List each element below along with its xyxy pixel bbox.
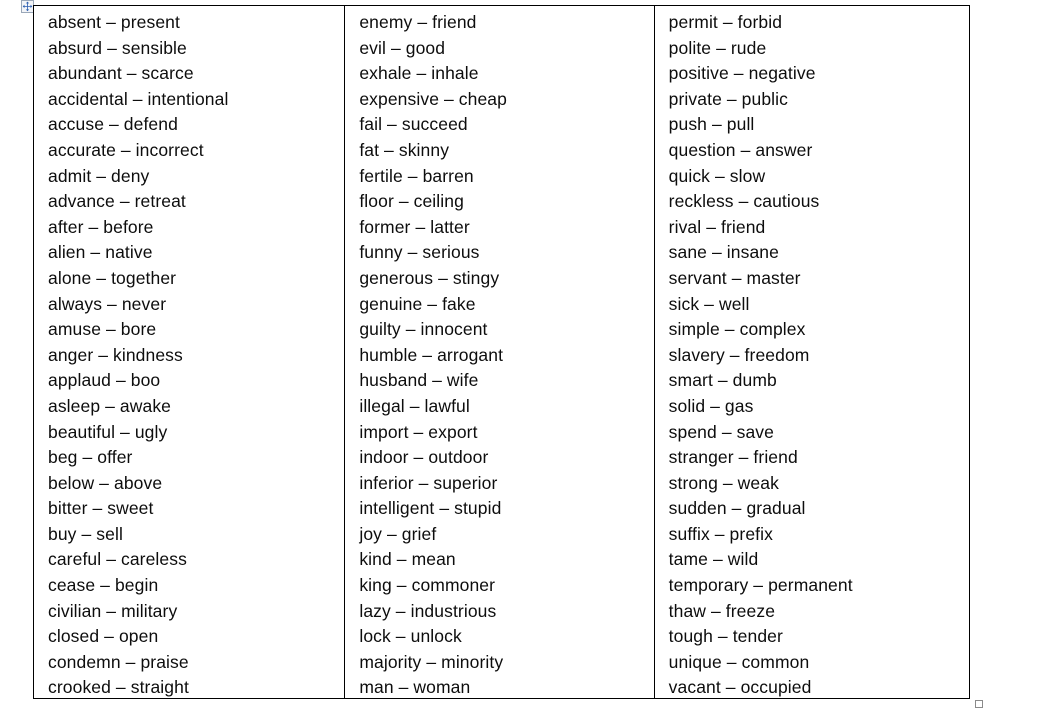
move-cross-arrows-icon [22,1,33,12]
word-pair-row: sane – insane [668,242,779,263]
word-pair-row: amuse – bore [48,319,157,340]
word-pair-row: servant – master [668,267,801,288]
word-pair-row: absent – present [48,12,180,32]
word-pair-row: inferior – superior [359,472,498,493]
word-pair-row: quick – slow [668,165,766,186]
word-pair-row: accurate – incorrect [48,139,204,160]
word-pair-row: advance – retreat [48,191,186,212]
word-pair-row: alien – native [48,242,153,263]
word-pair-row: smart – dumb [668,370,777,391]
word-pair-row: expensive – cheap [359,88,507,109]
word-pair-row: civilian – military [48,600,178,621]
word-pair-row: permit – forbid [668,12,783,32]
word-pair-row: fertile – barren [359,165,474,186]
word-pair-row: temporary – permanent [668,575,853,596]
word-pair-row: positive – negative [668,63,816,84]
word-pair-row: unique – common [668,651,810,672]
word-pair-row: kind – mean [359,549,456,570]
word-pair-row: joy – grief [359,523,437,544]
word-pair-row: beautiful – ugly [48,421,168,442]
opposite-words-table: absent – present absurd – sensible abund… [33,5,970,699]
word-pair-row: rival – friend [668,216,766,237]
word-pair-row: lazy – industrious [359,600,497,621]
word-pair-row: closed – open [48,626,159,647]
word-pair-row: private – public [668,88,788,109]
word-pair-row: condemn – praise [48,651,189,672]
word-pair-row: spend – save [668,421,774,442]
word-pair-row: tough – tender [668,626,783,647]
word-pair-row: polite – rude [668,37,767,58]
word-pair-row: accidental – intentional [48,88,229,109]
table-column-3: permit – forbid polite – rude positive –… [655,6,969,698]
word-pair-row: exhale – inhale [359,63,479,84]
word-pair-row: former – latter [359,216,470,237]
word-pair-row: cease – begin [48,575,159,596]
word-pair-row: import – export [359,421,478,442]
word-pair-row: indoor – outdoor [359,447,489,468]
word-pair-row: absurd – sensible [48,37,187,58]
word-pair-row: enemy – friend [359,12,477,32]
word-pair-row: king – commoner [359,575,496,596]
word-pair-row: vacant – occupied [668,677,812,698]
word-pair-row: sudden – gradual [668,498,806,519]
word-pair-row: majority – minority [359,651,504,672]
word-pair-row: applaud – boo [48,370,161,391]
word-pair-row: admit – deny [48,165,150,186]
word-pair-row: intelligent – stupid [359,498,502,519]
word-pair-row: below – above [48,472,163,493]
word-pair-row: funny – serious [359,242,480,263]
word-pair-row: alone – together [48,267,177,288]
word-pair-row: careful – careless [48,549,187,570]
word-pair-row: strong – weak [668,472,779,493]
word-pair-row: after – before [48,216,154,237]
word-pair-row: anger – kindness [48,344,183,365]
word-pair-row: husband – wife [359,370,479,391]
word-pair-row: floor – ceiling [359,191,464,212]
word-pair-row: evil – good [359,37,446,58]
word-pair-row: beg – offer [48,447,133,468]
word-pair-row: reckless – cautious [668,191,820,212]
word-pair-row: genuine – fake [359,293,476,314]
table-column-2: enemy – friend evil – good exhale – inha… [345,6,655,698]
word-pair-row: man – woman [359,677,471,698]
word-pair-row: thaw – freeze [668,600,776,621]
word-pair-row: buy – sell [48,523,123,544]
word-pair-row: fat – skinny [359,139,450,160]
word-pair-row: simple – complex [668,319,806,340]
word-pair-row: generous – stingy [359,267,500,288]
word-pair-row: slavery – freedom [668,344,810,365]
word-pair-row: solid – gas [668,395,754,416]
word-pair-row: stranger – friend [668,447,798,468]
word-pair-row: guilty – innocent [359,319,488,340]
table-resize-handle[interactable] [975,700,983,708]
table-column-1: absent – present absurd – sensible abund… [34,6,346,698]
word-pair-row: accuse – defend [48,114,178,135]
word-pair-row: sick – well [668,293,750,314]
word-pair-row: crooked – straight [48,677,189,698]
word-pair-row: illegal – lawful [359,395,470,416]
word-pair-row: fail – succeed [359,114,468,135]
word-pair-row: lock – unlock [359,626,462,647]
word-pair-row: asleep – awake [48,395,172,416]
word-pair-row: always – never [48,293,167,314]
word-pair-row: tame – wild [668,549,759,570]
word-pair-row: humble – arrogant [359,344,504,365]
word-pair-row: question – answer [668,139,813,160]
word-pair-row: suffix – prefix [668,523,773,544]
word-pair-row: bitter – sweet [48,498,154,519]
word-pair-row: push – pull [668,114,755,135]
word-pair-row: abundant – scarce [48,63,194,84]
